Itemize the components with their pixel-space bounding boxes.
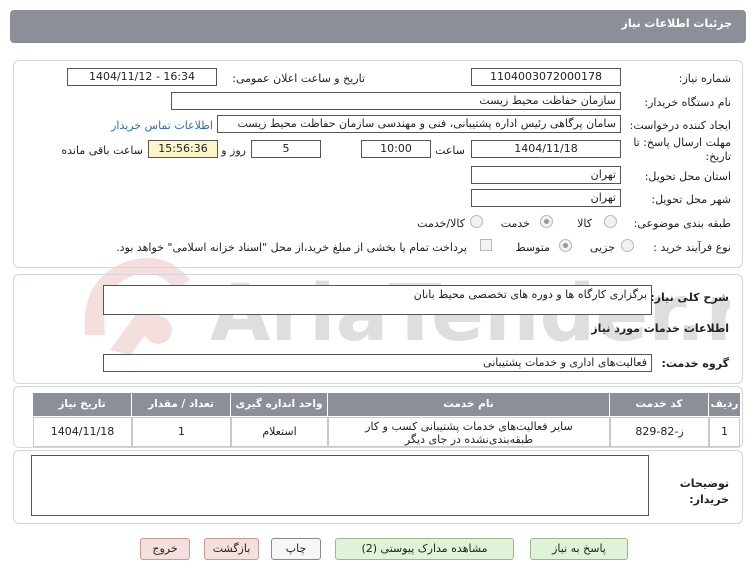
col-service-name: نام خدمت bbox=[328, 393, 610, 416]
service-group-field: فعالیت‌های اداری و خدمات پشتیبانی bbox=[103, 354, 652, 372]
col-quantity: تعداد / مقدار bbox=[132, 393, 231, 416]
category-goods-label: کالا bbox=[577, 217, 592, 230]
col-unit: واحد اندازه گیری bbox=[231, 393, 328, 416]
category-goods-service-radio[interactable] bbox=[470, 215, 483, 228]
need-number-label: شماره نیاز: bbox=[678, 72, 731, 85]
process-medium-label: متوسط bbox=[515, 241, 550, 254]
remaining-time-field: 15:56:36 bbox=[148, 140, 218, 158]
page-title: جزئیات اطلاعات نیاز bbox=[621, 17, 733, 30]
category-goods-service-label: کالا/خدمت bbox=[417, 217, 465, 230]
announce-label: تاریخ و ساعت اعلان عمومی: bbox=[232, 72, 365, 85]
process-minor-radio[interactable] bbox=[621, 239, 634, 252]
deadline-label: مهلت ارسال پاسخ: تا تاریخ: bbox=[633, 136, 731, 163]
cell-service-code: ز-82-829 bbox=[610, 417, 709, 447]
treasury-payment-note: پرداخت تمام یا بخشی از مبلغ خرید،از محل … bbox=[116, 241, 467, 254]
process-label: نوع فرآیند خرید : bbox=[653, 241, 731, 254]
days-label: روز و bbox=[221, 144, 246, 157]
category-label: طبقه بندی موضوعی: bbox=[633, 217, 731, 230]
cell-need-date: 1404/11/18 bbox=[33, 417, 132, 447]
category-service-label: خدمت bbox=[500, 217, 530, 230]
remaining-time-label: ساعت باقی مانده bbox=[61, 144, 143, 157]
page-header: جزئیات اطلاعات نیاز bbox=[10, 10, 746, 43]
need-number-field: 1104003072000178 bbox=[471, 68, 621, 86]
buyer-notes-label: توضیحات خریدار: bbox=[679, 477, 729, 506]
city-label: شهر محل تحویل: bbox=[651, 193, 731, 206]
cell-service-name: سایر فعالیت‌های خدمات پشتیبانی کسب و کار… bbox=[328, 417, 610, 447]
deadline-time-label: ساعت bbox=[435, 144, 465, 157]
days-remaining-field: 5 bbox=[251, 140, 321, 158]
process-minor-label: جزیی bbox=[589, 241, 615, 254]
buyer-org-field: سازمان حفاظت محیط زیست bbox=[171, 92, 621, 110]
cell-unit: استعلام bbox=[231, 417, 328, 447]
category-goods-radio[interactable] bbox=[604, 215, 617, 228]
service-group-label: گروه خدمت: bbox=[661, 357, 729, 370]
exit-button[interactable]: خروج bbox=[140, 538, 190, 560]
treasury-payment-checkbox[interactable] bbox=[480, 239, 492, 251]
summary-label: شرح کلی نیاز: bbox=[650, 291, 729, 304]
cell-quantity: 1 bbox=[132, 417, 231, 447]
province-field: تهران bbox=[471, 166, 621, 184]
creator-label: ایجاد کننده درخواست: bbox=[629, 119, 731, 132]
reply-button[interactable]: پاسخ به نیاز bbox=[530, 538, 628, 560]
cell-row: 1 bbox=[709, 417, 740, 447]
table-row: 1404/11/18 1 استعلام سایر فعالیت‌های خدم… bbox=[33, 417, 740, 447]
summary-field: برگزاری کارگاه ها و دوره های تخصصی محیط … bbox=[103, 285, 652, 315]
announce-datetime-field: 1404/11/12 - 16:34 bbox=[67, 68, 217, 86]
province-label: استان محل تحویل: bbox=[644, 170, 731, 183]
print-button[interactable]: چاپ bbox=[271, 538, 321, 560]
services-table-header: تاریخ نیاز تعداد / مقدار واحد اندازه گیر… bbox=[33, 393, 740, 416]
back-button[interactable]: بازگشت bbox=[204, 538, 259, 560]
deadline-time-field: 10:00 bbox=[361, 140, 431, 158]
buyer-notes-field bbox=[31, 455, 649, 516]
col-row: ردیف bbox=[709, 393, 740, 416]
category-service-radio[interactable] bbox=[540, 215, 553, 228]
deadline-date-field: 1404/11/18 bbox=[471, 140, 621, 158]
city-field: تهران bbox=[471, 189, 621, 207]
creator-field: سامان پرگاهی رئیس اداره پشتیبانی، فنی و … bbox=[217, 115, 621, 133]
buyer-contact-link[interactable]: اطلاعات تماس خریدار bbox=[111, 119, 213, 132]
process-medium-radio[interactable] bbox=[559, 239, 572, 252]
col-need-date: تاریخ نیاز bbox=[33, 393, 132, 416]
buyer-org-label: نام دستگاه خریدار: bbox=[644, 96, 731, 109]
view-attachments-button[interactable]: مشاهده مدارک پیوستی (2) bbox=[335, 538, 514, 560]
services-section-title: اطلاعات خدمات مورد نیاز bbox=[591, 322, 729, 335]
col-service-code: کد خدمت bbox=[610, 393, 709, 416]
